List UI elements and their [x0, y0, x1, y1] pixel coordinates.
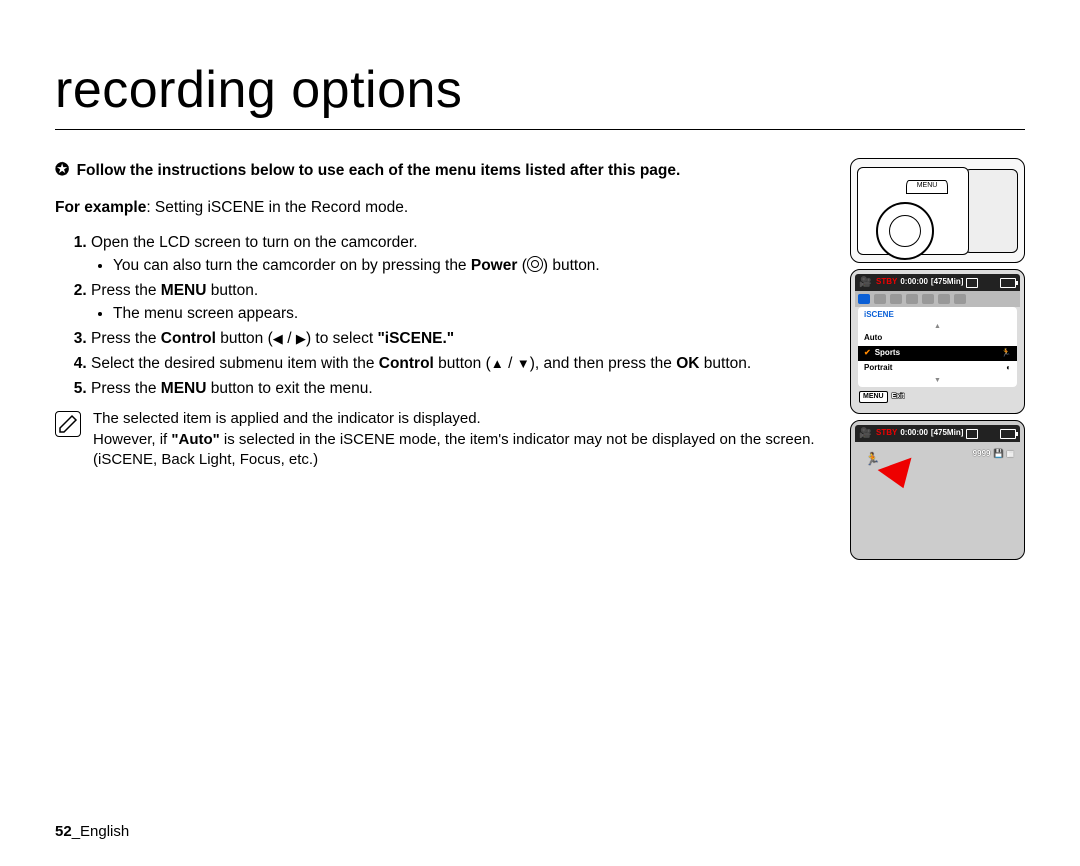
- osd-menu-pill: MENU: [859, 391, 888, 402]
- step-1-sub: You can also turn the camcorder on by pr…: [91, 256, 832, 277]
- step-5: Press the MENU button to exit the menu.: [91, 379, 832, 400]
- tab-icon: [858, 294, 870, 304]
- up-triangle-icon: ▲: [491, 355, 504, 373]
- running-icon: 🏃: [1001, 348, 1011, 359]
- osd2-time: 0:00:00: [900, 428, 928, 439]
- manual-page: recording options ✪ Follow the instructi…: [0, 0, 1080, 866]
- step-4: Select the desired submenu item with the…: [91, 354, 832, 375]
- osd-remain: [475Min]: [931, 277, 963, 288]
- example-label: For example: [55, 199, 146, 216]
- page-title: recording options: [55, 55, 1025, 130]
- left-triangle-icon: ◀: [273, 330, 283, 348]
- card-icon: [966, 278, 978, 288]
- tab-icon: [938, 294, 950, 304]
- step-3: Press the Control button (◀ / ▶) to sele…: [91, 329, 832, 350]
- osd-exit-bar: MENU Exit: [855, 387, 1020, 403]
- note-line-1: The selected item is applied and the ind…: [93, 409, 832, 429]
- step-1: Open the LCD screen to turn on the camco…: [91, 233, 832, 277]
- tab-icon: [874, 294, 886, 304]
- down-arrow-icon: ▼: [858, 376, 1017, 385]
- illustrations-column: MENU 🎥 STBY 0:00:00 [475Min]: [850, 158, 1025, 560]
- right-triangle-icon: ▶: [296, 330, 306, 348]
- portrait-mode-icon: ◐: [1006, 363, 1011, 374]
- note-text: The selected item is applied and the ind…: [93, 409, 832, 470]
- step-2-sub: The menu screen appears.: [91, 304, 832, 325]
- osd2-top-bar: 🎥 STBY 0:00:00 [475Min]: [855, 425, 1020, 442]
- star-icon: ✪: [55, 160, 69, 179]
- lcd-record-screenshot: 🎥 STBY 0:00:00 [475Min] 🏃 9999 💾 ▦: [850, 420, 1025, 560]
- osd-tab-strip: [855, 291, 1020, 307]
- cam-control-dial-icon: [876, 202, 934, 260]
- osd-menu-item: Portrait ◐: [858, 361, 1017, 376]
- card-icon: [966, 429, 978, 439]
- instructions-column: ✪ Follow the instructions below to use e…: [55, 158, 832, 470]
- osd-stby: STBY: [876, 277, 897, 288]
- battery-icon: [1000, 278, 1016, 288]
- step-1-text: Open the LCD screen to turn on the camco…: [91, 234, 418, 251]
- note-block: The selected item is applied and the ind…: [55, 409, 832, 470]
- page-number: 52: [55, 823, 72, 840]
- note-line-2: However, if "Auto" is selected in the iS…: [93, 430, 832, 471]
- page-footer: 52_English: [55, 822, 129, 842]
- cam-lcd-icon: MENU: [857, 167, 969, 255]
- note-icon: [55, 411, 81, 437]
- osd2-right-info: 9999 💾 ▦: [973, 449, 1014, 460]
- step-2: Press the MENU button. The menu screen a…: [91, 281, 832, 325]
- card-slot-icon: ▦: [1006, 449, 1014, 460]
- example-text: : Setting iSCENE in the Record mode.: [146, 199, 408, 216]
- osd-menu-item-selected: ✔Sports 🏃: [858, 346, 1017, 361]
- quality-icon: 💾: [993, 449, 1003, 460]
- example-line: For example: Setting iSCENE in the Recor…: [55, 198, 832, 219]
- check-icon: ✔: [864, 348, 871, 359]
- osd-menu-panel: iSCENE ▲ Auto ✔Sports 🏃 Portrait ◐ ▼: [858, 307, 1017, 387]
- footer-sep: _: [72, 823, 80, 840]
- osd-exit-label: Exit: [892, 392, 905, 401]
- content-row: ✪ Follow the instructions below to use e…: [55, 158, 1025, 560]
- iscene-indicator-icon: 🏃: [865, 451, 883, 465]
- step-1-sub-1: You can also turn the camcorder on by pr…: [113, 256, 832, 277]
- osd-menu-tab: iSCENE: [858, 309, 1017, 322]
- camcorder-illustration: MENU: [850, 158, 1025, 263]
- intro-line: ✪ Follow the instructions below to use e…: [55, 158, 832, 182]
- osd-time: 0:00:00: [900, 277, 928, 288]
- osd2-stby: STBY: [876, 428, 897, 439]
- tab-icon: [922, 294, 934, 304]
- lcd-menu-screenshot: 🎥 STBY 0:00:00 [475Min]: [850, 269, 1025, 414]
- footer-lang: English: [80, 823, 129, 840]
- steps-list: Open the LCD screen to turn on the camco…: [55, 233, 832, 399]
- cam-menu-label: MENU: [906, 180, 948, 194]
- down-triangle-icon: ▼: [517, 355, 530, 373]
- step-2-sub-1: The menu screen appears.: [113, 304, 832, 325]
- battery-icon: [1000, 429, 1016, 439]
- osd2-remain: [475Min]: [931, 428, 963, 439]
- up-arrow-icon: ▲: [858, 322, 1017, 331]
- cam-body-icon: [964, 169, 1018, 253]
- tab-icon: [890, 294, 902, 304]
- power-icon: [527, 256, 543, 272]
- osd2-counter: 9999: [973, 449, 991, 460]
- intro-text: Follow the instructions below to use eac…: [77, 162, 681, 179]
- tab-icon: [906, 294, 918, 304]
- osd-top-bar: 🎥 STBY 0:00:00 [475Min]: [855, 274, 1020, 291]
- video-mode-icon: 🎥: [859, 278, 873, 288]
- tab-icon: [954, 294, 966, 304]
- osd-menu-item: Auto: [858, 331, 1017, 346]
- red-pointer-icon: [878, 458, 921, 495]
- video-mode-icon: 🎥: [859, 429, 873, 439]
